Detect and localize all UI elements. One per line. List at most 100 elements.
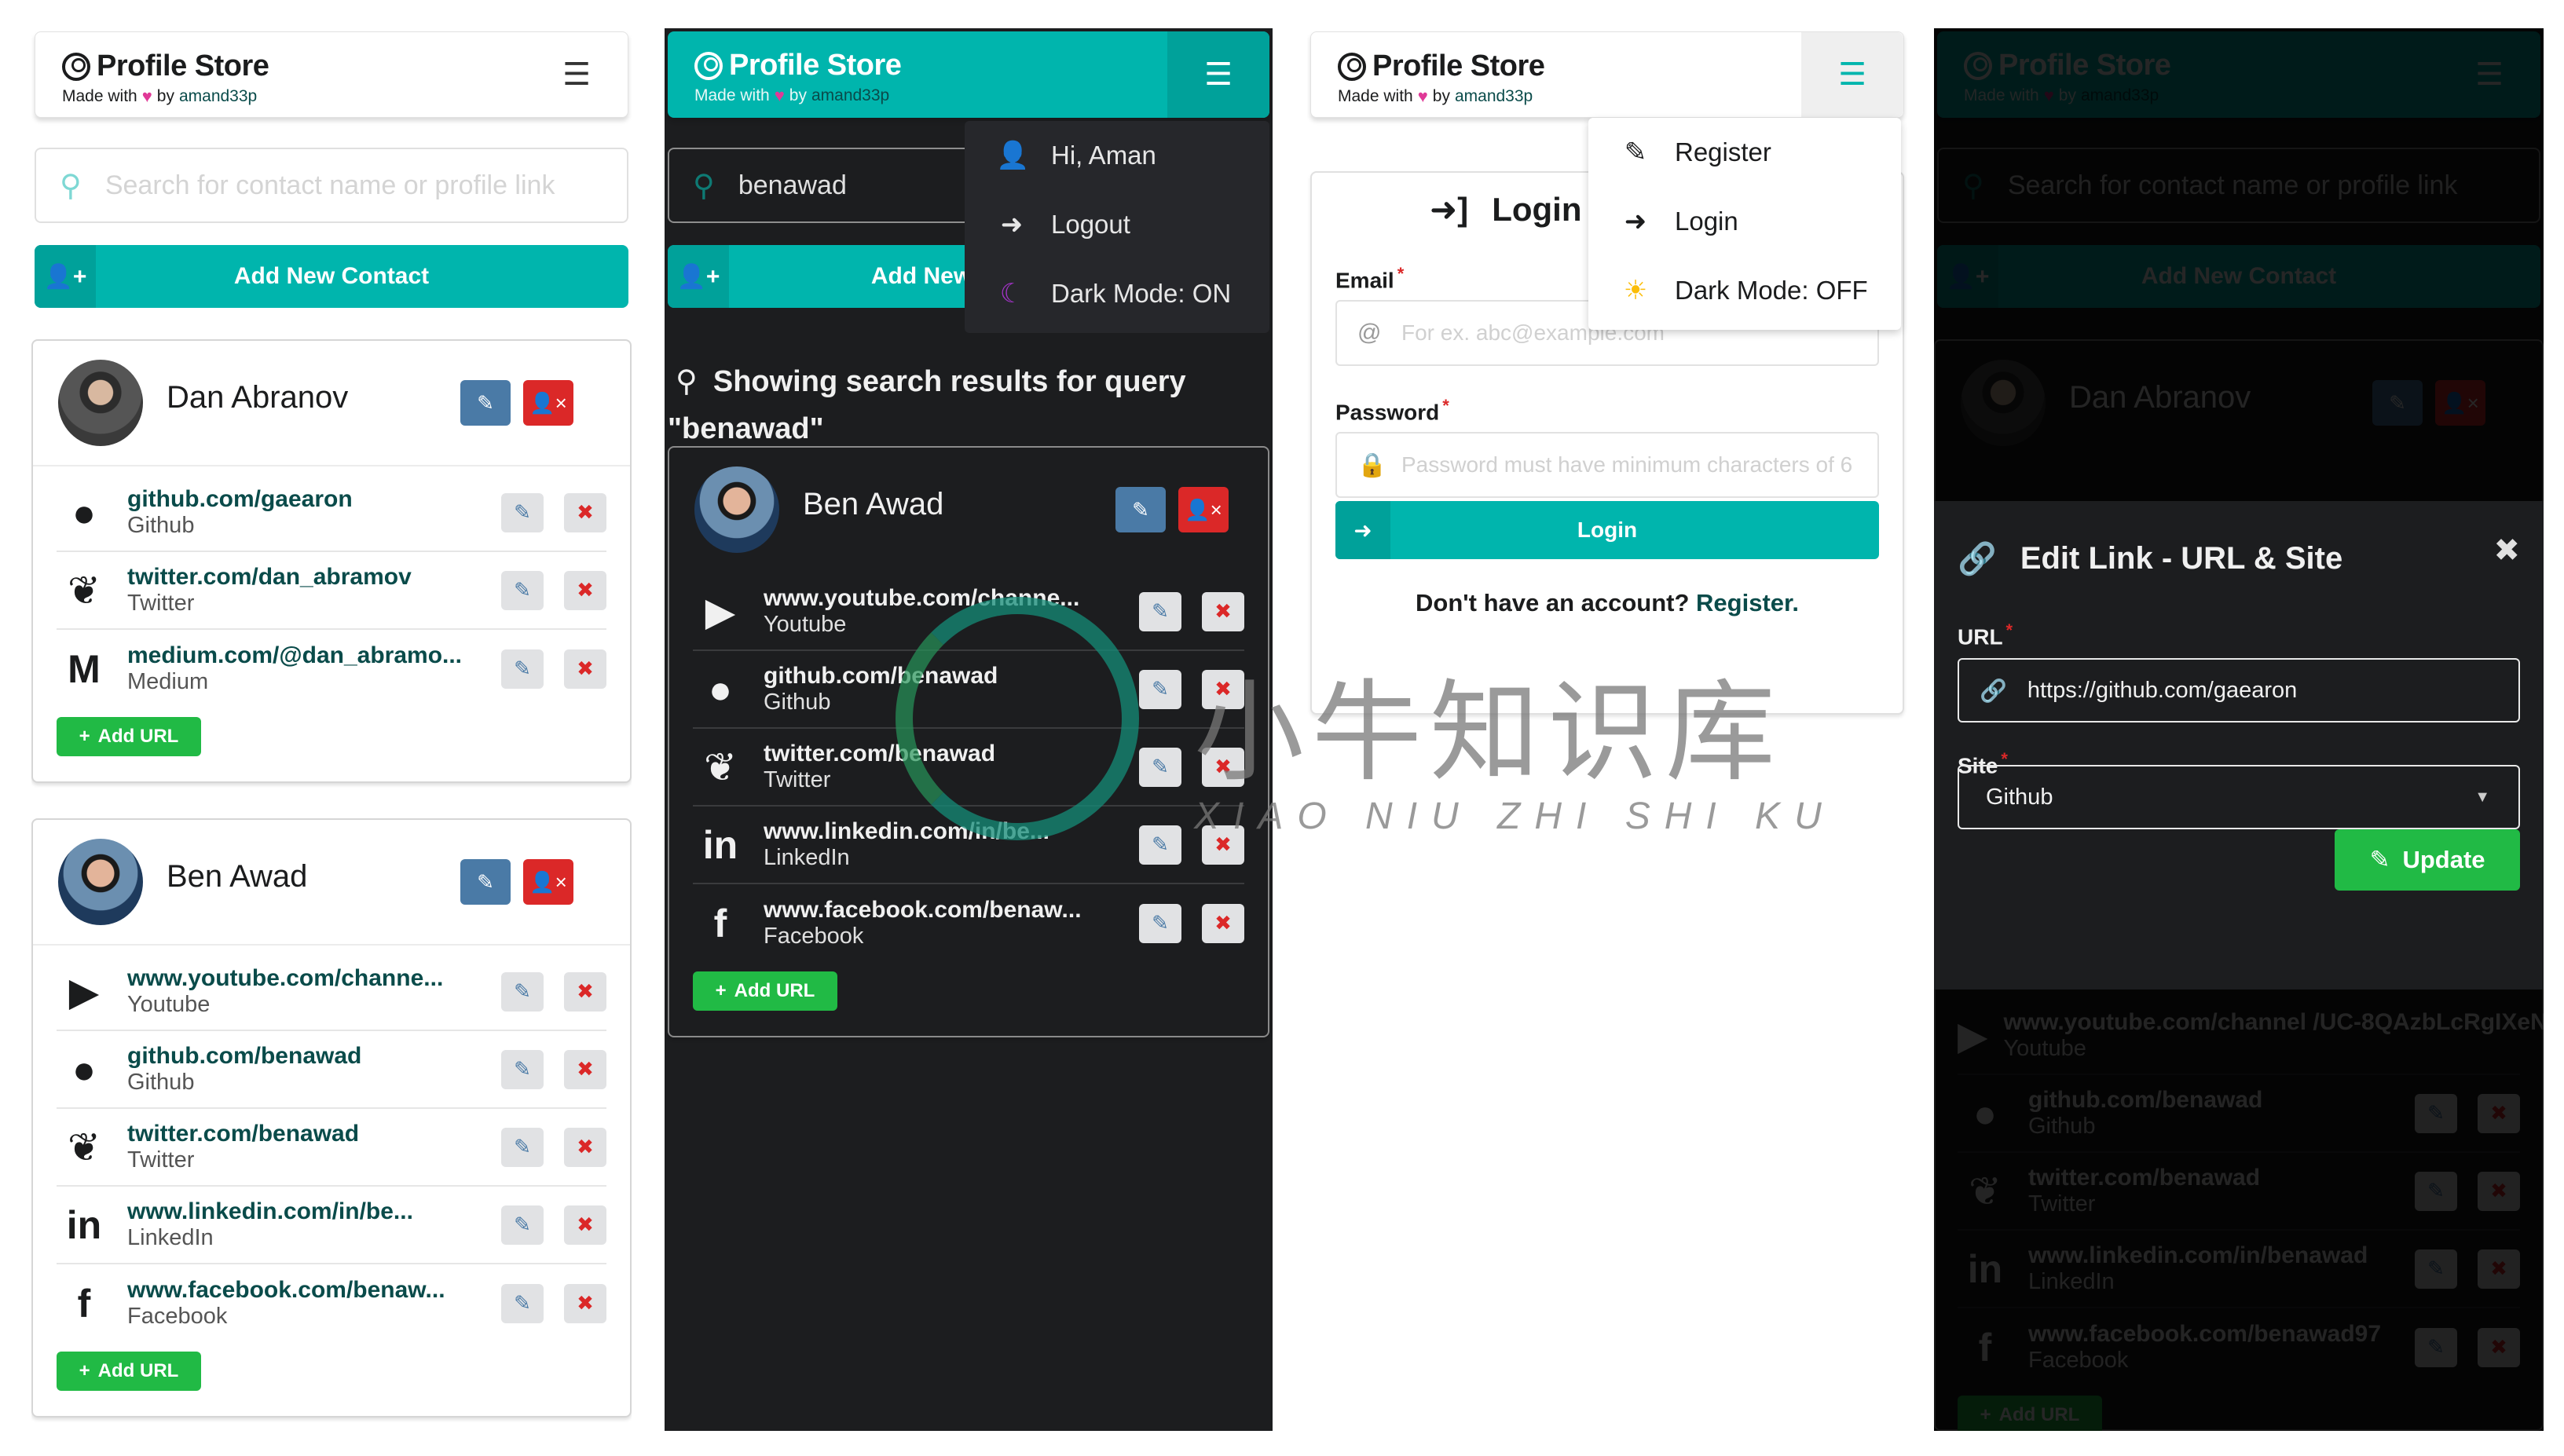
edit-contact-button[interactable]: ✎ <box>460 380 511 426</box>
link-url[interactable]: www.youtube.com/channe... <box>127 965 481 992</box>
hamburger-menu-button[interactable]: ☰ <box>1167 31 1269 118</box>
add-contact-label: Add New Contact <box>233 263 430 289</box>
link-url[interactable]: www.linkedin.com/in/be... <box>764 818 1119 845</box>
password-input[interactable] <box>1401 452 1873 477</box>
twitter-icon: ❦ <box>68 568 101 613</box>
edit-icon: ✎ <box>514 979 531 1003</box>
menu-item-logout[interactable]: ➜ Logout <box>965 190 1269 259</box>
delete-link-button[interactable]: ✖ <box>1202 669 1244 709</box>
close-icon: ✖ <box>1214 832 1232 856</box>
delete-contact-button[interactable]: 👤× <box>1178 487 1229 532</box>
delete-link-button[interactable]: ✖ <box>564 1049 606 1089</box>
link-url[interactable]: www.facebook.com/benaw... <box>127 1277 481 1304</box>
update-button[interactable]: ✎ Update <box>2335 829 2520 891</box>
delete-link-button[interactable]: ✖ <box>564 492 606 532</box>
delete-contact-button[interactable]: 👤× <box>523 859 573 905</box>
medium-icon: M <box>68 646 101 691</box>
link-url[interactable]: github.com/benawad <box>764 663 1119 690</box>
link-url[interactable]: medium.com/@dan_abramo... <box>127 642 481 669</box>
author-link[interactable]: amand33p <box>179 87 257 106</box>
add-url-button[interactable]: + Add URL <box>57 717 201 756</box>
url-field[interactable]: 🔗 https://github.com/gaearon <box>1958 658 2520 723</box>
menu-item-dark-mode[interactable]: ☾ Dark Mode: ON <box>965 259 1269 328</box>
edit-link-button[interactable]: ✎ <box>1139 747 1181 787</box>
delete-link-button[interactable]: ✖ <box>564 649 606 689</box>
link-site: Github <box>127 1070 195 1095</box>
add-url-button[interactable]: + Add URL <box>693 971 837 1011</box>
delete-link-button[interactable]: ✖ <box>564 1127 606 1167</box>
edit-link-button[interactable]: ✎ <box>501 649 544 689</box>
edit-icon: ✎ <box>514 1057 531 1081</box>
link-url[interactable]: www.facebook.com/benaw... <box>764 897 1119 924</box>
hamburger-menu-button[interactable]: ☰ <box>526 32 628 117</box>
app-header: Profile Store Made with♥by amand33p ☰ <box>1310 31 1904 118</box>
delete-link-button[interactable]: ✖ <box>564 1283 606 1323</box>
delete-link-button[interactable]: ✖ <box>1202 591 1244 631</box>
link-url[interactable]: twitter.com/dan_abramov <box>127 564 481 591</box>
menu-item-label: Dark Mode: ON <box>1051 279 1232 308</box>
menu-item-label: Hi, Aman <box>1051 141 1156 170</box>
menu-item-login[interactable]: ➜ Login <box>1588 187 1901 256</box>
url-input[interactable]: https://github.com/gaearon <box>2027 678 2297 704</box>
delete-link-button[interactable]: ✖ <box>1202 825 1244 865</box>
edit-link-button[interactable]: ✎ <box>1139 669 1181 709</box>
menu-item-register[interactable]: ✎ Register <box>1588 118 1901 187</box>
edit-link-button[interactable]: ✎ <box>501 1049 544 1089</box>
hamburger-icon: ☰ <box>1838 57 1866 92</box>
linkedin-icon: in <box>66 1202 102 1247</box>
link-url[interactable]: www.linkedin.com/in/be... <box>127 1198 481 1225</box>
edit-link-button[interactable]: ✎ <box>501 570 544 610</box>
link-site: Twitter <box>127 591 195 616</box>
delete-link-button[interactable]: ✖ <box>564 971 606 1012</box>
github-icon: ● <box>71 1047 97 1092</box>
close-icon: ✖ <box>1214 911 1232 935</box>
author-link[interactable]: amand33p <box>811 86 889 105</box>
login-icon: ➜ <box>1624 207 1647 236</box>
edit-link-button[interactable]: ✎ <box>501 1205 544 1245</box>
delete-link-button[interactable]: ✖ <box>564 570 606 610</box>
menu-item-label: Login <box>1675 207 1738 236</box>
link-text: twitter.com/benawadTwitter <box>764 741 1119 793</box>
edit-link-button[interactable]: ✎ <box>501 1127 544 1167</box>
edit-contact-button[interactable]: ✎ <box>1115 487 1166 532</box>
search-icon: ⚲ <box>60 169 82 203</box>
link-url[interactable]: twitter.com/benawad <box>127 1121 481 1147</box>
author-link[interactable]: amand33p <box>1455 87 1533 106</box>
edit-contact-button[interactable]: ✎ <box>460 859 511 905</box>
login-button[interactable]: ➜ Login <box>1335 501 1879 559</box>
edit-link-modal: 🔗 Edit Link - URL & Site ✖ URL * 🔗 https:/… <box>1934 501 2544 990</box>
edit-icon: ✎ <box>1152 677 1169 701</box>
edit-link-button[interactable]: ✎ <box>1139 903 1181 943</box>
link-url[interactable]: twitter.com/benawad <box>764 741 1119 767</box>
avatar <box>694 466 779 553</box>
add-user-icon: 👤+ <box>35 245 96 308</box>
delete-link-button[interactable]: ✖ <box>1202 747 1244 787</box>
close-icon[interactable]: ✖ <box>2493 532 2520 569</box>
add-url-label: Add URL <box>734 980 815 1001</box>
site-select[interactable]: Github ▼ <box>1958 765 2520 829</box>
delete-link-button[interactable]: ✖ <box>1202 903 1244 943</box>
menu-item-greeting[interactable]: 👤 Hi, Aman <box>965 121 1269 190</box>
edit-link-button[interactable]: ✎ <box>501 971 544 1012</box>
delete-link-button[interactable]: ✖ <box>564 1205 606 1245</box>
menu-item-dark-mode[interactable]: ☀ Dark Mode: OFF <box>1588 256 1901 325</box>
hamburger-menu-button[interactable]: ☰ <box>1801 32 1903 117</box>
edit-icon: ✎ <box>1152 911 1169 935</box>
register-link[interactable]: Register. <box>1696 589 1799 616</box>
guest-menu-dropdown: ✎ Register ➜ Login ☀ Dark Mode: OFF <box>1588 118 1901 330</box>
delete-contact-button[interactable]: 👤× <box>523 380 573 426</box>
add-new-contact-button[interactable]: 👤+ Add New Contact <box>35 245 628 308</box>
search-input[interactable] <box>104 170 577 201</box>
link-url[interactable]: github.com/gaearon <box>127 486 481 513</box>
link-url[interactable]: github.com/benawad <box>127 1043 481 1070</box>
link-url[interactable]: www.youtube.com/channe... <box>764 585 1119 612</box>
edit-link-button[interactable]: ✎ <box>501 492 544 532</box>
add-url-button[interactable]: + Add URL <box>57 1352 201 1391</box>
edit-link-button[interactable]: ✎ <box>501 1283 544 1323</box>
link-site: Github <box>127 513 195 538</box>
dropdown-arrow-icon: ▼ <box>2474 788 2490 806</box>
contact-card: Ben Awad ✎ 👤× ▶ www.youtube.com/channe...… <box>31 818 632 1418</box>
edit-link-button[interactable]: ✎ <box>1139 825 1181 865</box>
add-url-label: Add URL <box>97 1360 179 1381</box>
edit-link-button[interactable]: ✎ <box>1139 591 1181 631</box>
